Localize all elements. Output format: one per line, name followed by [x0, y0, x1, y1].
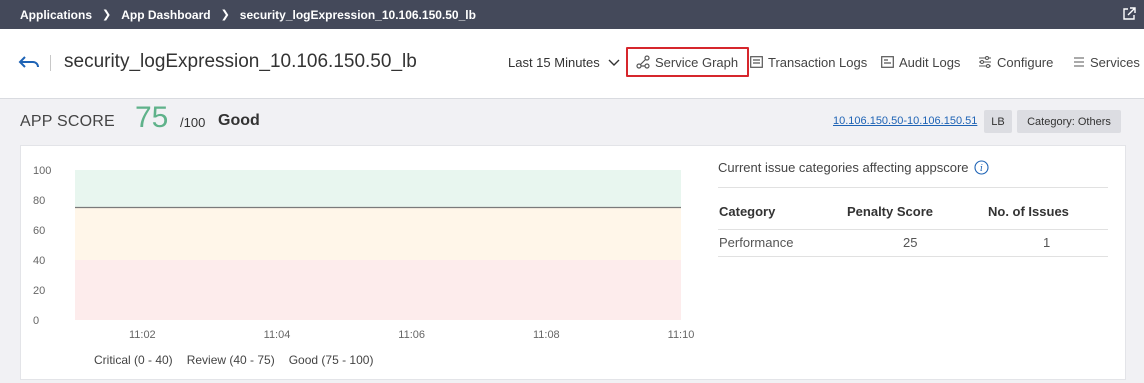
header-divider: [50, 55, 51, 71]
category-badge: Category: Others: [1017, 110, 1121, 133]
divider: [718, 187, 1108, 188]
transaction-logs-icon: [750, 56, 763, 68]
column-header-category: Category: [719, 204, 776, 219]
x-tick-label: 11:06: [398, 329, 425, 341]
audit-logs-label: Audit Logs: [899, 54, 961, 70]
app-header: security_logExpression_10.106.150.50_lb …: [0, 29, 1144, 99]
services-label: Services: [1090, 54, 1140, 70]
y-tick-label: 60: [33, 225, 45, 237]
column-header-issues-count: No. of Issues: [988, 204, 1069, 219]
legend-review: Review (40 - 75): [186, 353, 275, 367]
services-button[interactable]: Services: [1073, 47, 1140, 77]
list-icon: [1074, 57, 1084, 67]
divider: [718, 229, 1108, 230]
time-range-select[interactable]: Last 15 Minutes: [508, 55, 620, 70]
issues-title-text: Current issue categories affecting appsc…: [718, 160, 969, 175]
breadcrumb-applications[interactable]: Applications: [20, 8, 92, 22]
x-tick-label: 11:10: [668, 329, 695, 341]
service-graph-label: Service Graph: [655, 54, 739, 70]
app-score-value: 75: [135, 101, 169, 134]
transaction-logs-button[interactable]: Transaction Logs: [750, 47, 867, 77]
transaction-logs-label: Transaction Logs: [768, 54, 868, 70]
x-tick-label: 11:08: [533, 329, 560, 341]
band-review: [75, 207, 681, 260]
y-tick-label: 40: [33, 255, 45, 267]
app-score-max: /100: [180, 115, 206, 130]
app-score-card: 0 20 40 60 80 100 11:02 11:04 11:06 11:08 11:10 Cr…: [20, 145, 1126, 380]
y-tick-label: 80: [33, 195, 45, 207]
table-row: [718, 256, 1108, 257]
column-header-penalty-score: Penalty Score: [847, 204, 933, 219]
table-cell-penalty-score: 25: [903, 235, 918, 250]
audit-logs-button[interactable]: Audit Logs: [881, 47, 960, 77]
service-graph-button[interactable]: Service Graph: [626, 47, 750, 77]
x-tick-label: 11:04: [264, 329, 291, 341]
ip-range-link[interactable]: 10.106.150.50-10.106.150.51: [833, 115, 977, 127]
band-critical: [75, 260, 681, 320]
breadcrumb-app-dashboard[interactable]: App Dashboard: [121, 8, 210, 22]
y-tick-label: 20: [33, 285, 45, 297]
chevron-down-icon: [608, 59, 620, 66]
back-arrow-icon[interactable]: [18, 55, 40, 69]
audit-logs-icon: [881, 56, 894, 68]
svg-text:i: i: [980, 164, 983, 174]
app-score-label: APP SCORE: [20, 113, 115, 130]
page-title: security_logExpression_10.106.150.50_lb: [64, 51, 417, 72]
configure-label: Configure: [997, 54, 1054, 70]
table-cell-category: Performance: [719, 235, 794, 250]
breadcrumb: Applications ❯ App Dashboard ❯ security_…: [0, 0, 1144, 29]
band-good: [75, 170, 681, 208]
configure-button[interactable]: Configure: [978, 47, 1053, 77]
app-score-status: Good: [218, 112, 260, 129]
legend-critical: Critical (0 - 40): [94, 353, 173, 367]
issues-title: Current issue categories affecting appsc…: [718, 160, 989, 175]
y-tick-label: 0: [33, 315, 39, 327]
app-score-chart: 0 20 40 60 80 100 11:02 11:04 11:06 11:08 11:10: [33, 165, 695, 341]
service-graph-icon: [636, 55, 650, 69]
chevron-right-icon: ❯: [220, 9, 230, 21]
chart-legend: Critical (0 - 40) Review (40 - 75) Good …: [94, 353, 387, 367]
y-tick-label: 100: [33, 165, 51, 177]
time-range-value: Last 15 Minutes: [508, 55, 600, 70]
table-cell-issues-count: 1: [1043, 235, 1051, 250]
chevron-right-icon: ❯: [102, 9, 112, 21]
app-score-row: APP SCORE 75 /100 Good 10.106.150.50-10.…: [0, 99, 1144, 144]
info-icon[interactable]: i: [973, 160, 989, 175]
type-badge: LB: [984, 110, 1012, 133]
x-tick-label: 11:02: [129, 329, 156, 341]
external-link-icon[interactable]: [1122, 7, 1136, 21]
breadcrumb-current-app: security_logExpression_10.106.150.50_lb: [239, 7, 476, 22]
sliders-icon: [979, 56, 991, 68]
legend-good: Good (75 - 100): [288, 353, 374, 367]
